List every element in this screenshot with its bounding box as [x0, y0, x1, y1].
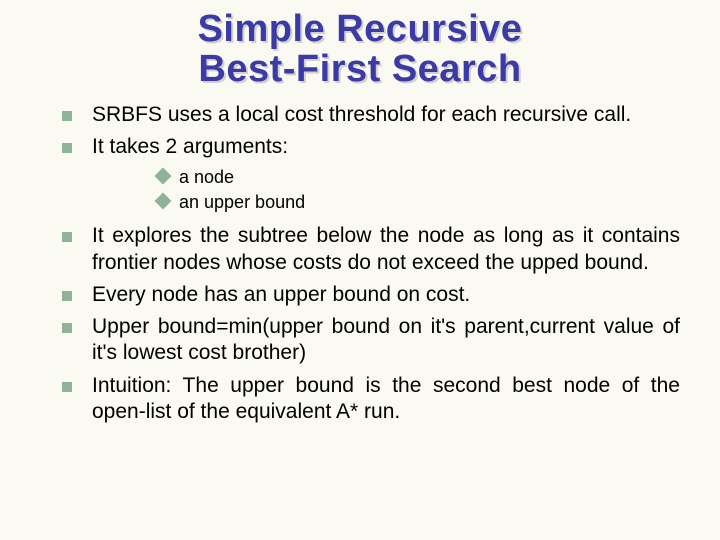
square-bullet-icon — [62, 291, 72, 301]
bullet-text: Intuition: The upper bound is the second… — [92, 373, 680, 426]
sub-bullet-list: a node an upper bound — [62, 166, 680, 213]
bullet-item: It explores the subtree below the node a… — [62, 223, 680, 276]
bullet-item: Intuition: The upper bound is the second… — [62, 373, 680, 426]
bullet-text: Upper bound=min(upper bound on it's pare… — [92, 314, 680, 367]
sub-bullet-text: an upper bound — [179, 191, 305, 214]
square-bullet-icon — [62, 323, 72, 333]
slide-content: SRBFS uses a local cost threshold for ea… — [0, 102, 720, 425]
bullet-item: Upper bound=min(upper bound on it's pare… — [62, 314, 680, 367]
bullet-item: SRBFS uses a local cost threshold for ea… — [62, 102, 680, 128]
square-bullet-icon — [62, 232, 72, 242]
bullet-item: Every node has an upper bound on cost. — [62, 282, 680, 308]
bullet-item: It takes 2 arguments: — [62, 134, 680, 160]
bullet-text: SRBFS uses a local cost threshold for ea… — [92, 102, 631, 128]
square-bullet-icon — [62, 111, 72, 121]
slide-title: Simple Recursive Best-First Search — [0, 0, 720, 102]
title-line-1: Simple Recursive — [0, 10, 720, 50]
bullet-text: It explores the subtree below the node a… — [92, 223, 680, 276]
bullet-text: Every node has an upper bound on cost. — [92, 282, 470, 308]
sub-bullet-item: an upper bound — [157, 191, 680, 214]
sub-bullet-text: a node — [179, 166, 234, 189]
title-line-2: Best-First Search — [0, 50, 720, 90]
sub-bullet-item: a node — [157, 166, 680, 189]
square-bullet-icon — [62, 143, 72, 153]
diamond-bullet-icon — [155, 168, 172, 185]
bullet-text: It takes 2 arguments: — [92, 134, 288, 160]
diamond-bullet-icon — [155, 192, 172, 209]
square-bullet-icon — [62, 382, 72, 392]
